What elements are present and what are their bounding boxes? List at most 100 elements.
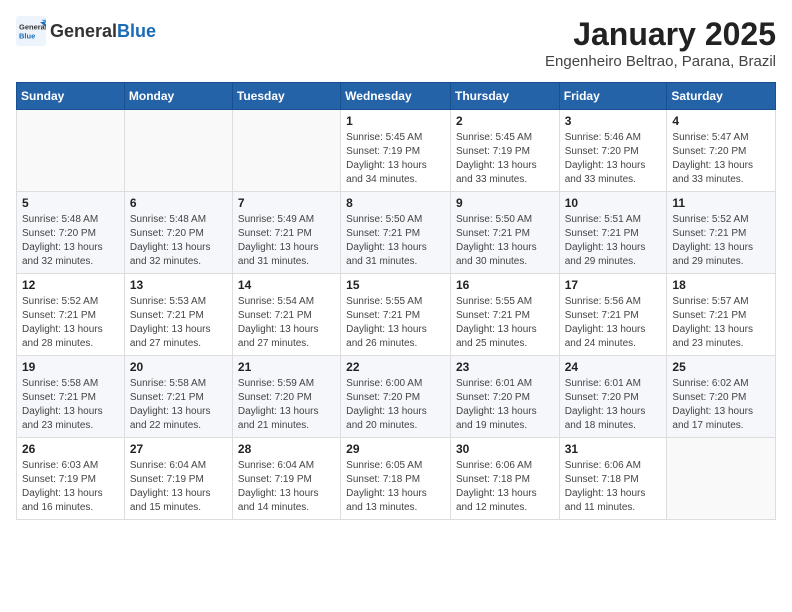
day-info: Sunrise: 5:58 AM Sunset: 7:21 PM Dayligh… <box>22 377 119 433</box>
calendar-location: Engenheiro Beltrao, Parana, Brazil <box>545 53 776 70</box>
day-info: Sunrise: 5:59 AM Sunset: 7:20 PM Dayligh… <box>238 377 335 433</box>
day-info: Sunrise: 5:52 AM Sunset: 7:21 PM Dayligh… <box>22 295 119 351</box>
day-number: 10 <box>565 196 662 210</box>
table-row: 17 Sunrise: 5:56 AM Sunset: 7:21 PM Dayli… <box>559 274 667 356</box>
table-row: 29Sunrise: 6:05 AM Sunset: 7:18 PM Dayli… <box>341 438 451 520</box>
day-info: Sunrise: 5:49 AM Sunset: 7:21 PM Dayligh… <box>238 213 335 269</box>
table-row: 30 Sunrise: 6:06 AM Sunset: 7:18 PM Dayli… <box>450 438 559 520</box>
day-number: 1 <box>346 114 445 128</box>
calendar-week-row: 1 Sunrise: 5:45 AM Sunset: 7:19 PM Daylig… <box>17 110 776 192</box>
day-number: 31 <box>565 442 662 456</box>
table-row: 10 Sunrise: 5:51 AM Sunset: 7:21 PM Dayli… <box>559 192 667 274</box>
day-number: 23 <box>456 360 554 374</box>
table-row: 2Sunrise: 5:45 AM Sunset: 7:19 PM Daylig… <box>450 110 559 192</box>
day-info: Sunrise: 5:57 AM Sunset: 7:21 PM Dayligh… <box>672 295 770 351</box>
day-info: Sunrise: 6:06 AM Sunset: 7:18 PM Dayligh… <box>565 459 662 515</box>
table-row: 8Sunrise: 5:50 AM Sunset: 7:21 PM Daylig… <box>341 192 451 274</box>
table-row: 18 Sunrise: 5:57 AM Sunset: 7:21 PM Dayli… <box>667 274 776 356</box>
day-info: Sunrise: 6:06 AM Sunset: 7:18 PM Dayligh… <box>456 459 554 515</box>
day-info: Sunrise: 5:58 AM Sunset: 7:21 PM Dayligh… <box>130 377 227 433</box>
logo-blue: Blue <box>117 21 156 41</box>
table-row: 11 Sunrise: 5:52 AM Sunset: 7:21 PM Dayli… <box>667 192 776 274</box>
day-info: Sunrise: 5:50 AM Sunset: 7:21 PM Dayligh… <box>456 213 554 269</box>
day-number: 11 <box>672 196 770 210</box>
table-row <box>17 110 125 192</box>
table-row: 13 Sunrise: 5:53 AM Sunset: 7:21 PM Dayli… <box>124 274 232 356</box>
day-info: Sunrise: 6:00 AM Sunset: 7:20 PM Dayligh… <box>346 377 445 433</box>
header-sunday: Sunday <box>17 83 125 110</box>
day-number: 25 <box>672 360 770 374</box>
day-number: 26 <box>22 442 119 456</box>
table-row: 16 Sunrise: 5:55 AM Sunset: 7:21 PM Dayli… <box>450 274 559 356</box>
day-info: Sunrise: 5:55 AM Sunset: 7:21 PM Dayligh… <box>456 295 554 351</box>
day-info: Sunrise: 6:02 AM Sunset: 7:20 PM Dayligh… <box>672 377 770 433</box>
svg-text:Blue: Blue <box>19 32 35 41</box>
table-row: 6Sunrise: 5:48 AM Sunset: 7:20 PM Daylig… <box>124 192 232 274</box>
day-info: Sunrise: 5:46 AM Sunset: 7:20 PM Dayligh… <box>565 131 662 187</box>
table-row: 19Sunrise: 5:58 AM Sunset: 7:21 PM Dayli… <box>17 356 125 438</box>
day-number: 30 <box>456 442 554 456</box>
table-row: 1 Sunrise: 5:45 AM Sunset: 7:19 PM Daylig… <box>341 110 451 192</box>
day-number: 27 <box>130 442 227 456</box>
day-info: Sunrise: 6:03 AM Sunset: 7:19 PM Dayligh… <box>22 459 119 515</box>
header-thursday: Thursday <box>450 83 559 110</box>
calendar-week-row: 26 Sunrise: 6:03 AM Sunset: 7:19 PM Dayli… <box>17 438 776 520</box>
day-number: 4 <box>672 114 770 128</box>
table-row: 21 Sunrise: 5:59 AM Sunset: 7:20 PM Dayli… <box>232 356 340 438</box>
table-row: 24 Sunrise: 6:01 AM Sunset: 7:20 PM Dayli… <box>559 356 667 438</box>
table-row: 25 Sunrise: 6:02 AM Sunset: 7:20 PM Dayli… <box>667 356 776 438</box>
table-row: 5 Sunrise: 5:48 AM Sunset: 7:20 PM Daylig… <box>17 192 125 274</box>
day-number: 7 <box>238 196 335 210</box>
day-info: Sunrise: 6:01 AM Sunset: 7:20 PM Dayligh… <box>565 377 662 433</box>
day-info: Sunrise: 6:01 AM Sunset: 7:20 PM Dayligh… <box>456 377 554 433</box>
day-number: 24 <box>565 360 662 374</box>
day-info: Sunrise: 6:04 AM Sunset: 7:19 PM Dayligh… <box>238 459 335 515</box>
page-header: General Blue GeneralBlue January 2025 En… <box>16 16 776 70</box>
table-row: 15Sunrise: 5:55 AM Sunset: 7:21 PM Dayli… <box>341 274 451 356</box>
header-monday: Monday <box>124 83 232 110</box>
logo-text: GeneralBlue <box>50 21 156 42</box>
day-number: 15 <box>346 278 445 292</box>
header-wednesday: Wednesday <box>341 83 451 110</box>
day-number: 21 <box>238 360 335 374</box>
table-row: 4 Sunrise: 5:47 AM Sunset: 7:20 PM Daylig… <box>667 110 776 192</box>
table-row: 28 Sunrise: 6:04 AM Sunset: 7:19 PM Dayli… <box>232 438 340 520</box>
day-number: 28 <box>238 442 335 456</box>
table-row: 9 Sunrise: 5:50 AM Sunset: 7:21 PM Daylig… <box>450 192 559 274</box>
logo-general: General <box>50 21 117 41</box>
table-row <box>667 438 776 520</box>
day-info: Sunrise: 5:45 AM Sunset: 7:19 PM Dayligh… <box>456 131 554 187</box>
table-row <box>232 110 340 192</box>
day-info: Sunrise: 5:45 AM Sunset: 7:19 PM Dayligh… <box>346 131 445 187</box>
day-number: 13 <box>130 278 227 292</box>
day-info: Sunrise: 5:47 AM Sunset: 7:20 PM Dayligh… <box>672 131 770 187</box>
day-info: Sunrise: 5:52 AM Sunset: 7:21 PM Dayligh… <box>672 213 770 269</box>
day-number: 16 <box>456 278 554 292</box>
day-number: 18 <box>672 278 770 292</box>
day-info: Sunrise: 5:50 AM Sunset: 7:21 PM Dayligh… <box>346 213 445 269</box>
calendar-week-row: 5 Sunrise: 5:48 AM Sunset: 7:20 PM Daylig… <box>17 192 776 274</box>
day-number: 6 <box>130 196 227 210</box>
table-row: 27 Sunrise: 6:04 AM Sunset: 7:19 PM Dayli… <box>124 438 232 520</box>
header-saturday: Saturday <box>667 83 776 110</box>
day-number: 29 <box>346 442 445 456</box>
day-info: Sunrise: 5:53 AM Sunset: 7:21 PM Dayligh… <box>130 295 227 351</box>
day-info: Sunrise: 6:04 AM Sunset: 7:19 PM Dayligh… <box>130 459 227 515</box>
day-number: 22 <box>346 360 445 374</box>
table-row: 23 Sunrise: 6:01 AM Sunset: 7:20 PM Dayli… <box>450 356 559 438</box>
table-row: 3 Sunrise: 5:46 AM Sunset: 7:20 PM Daylig… <box>559 110 667 192</box>
day-number: 3 <box>565 114 662 128</box>
day-number: 17 <box>565 278 662 292</box>
day-info: Sunrise: 5:48 AM Sunset: 7:20 PM Dayligh… <box>22 213 119 269</box>
day-number: 5 <box>22 196 119 210</box>
weekday-header-row: Sunday Monday Tuesday Wednesday Thursday… <box>17 83 776 110</box>
day-info: Sunrise: 5:51 AM Sunset: 7:21 PM Dayligh… <box>565 213 662 269</box>
day-number: 9 <box>456 196 554 210</box>
table-row: 20Sunrise: 5:58 AM Sunset: 7:21 PM Dayli… <box>124 356 232 438</box>
table-row: 12Sunrise: 5:52 AM Sunset: 7:21 PM Dayli… <box>17 274 125 356</box>
day-info: Sunrise: 5:56 AM Sunset: 7:21 PM Dayligh… <box>565 295 662 351</box>
title-block: January 2025 Engenheiro Beltrao, Parana,… <box>545 16 776 70</box>
table-row: 26 Sunrise: 6:03 AM Sunset: 7:19 PM Dayli… <box>17 438 125 520</box>
table-row <box>124 110 232 192</box>
calendar-table: Sunday Monday Tuesday Wednesday Thursday… <box>16 82 776 520</box>
